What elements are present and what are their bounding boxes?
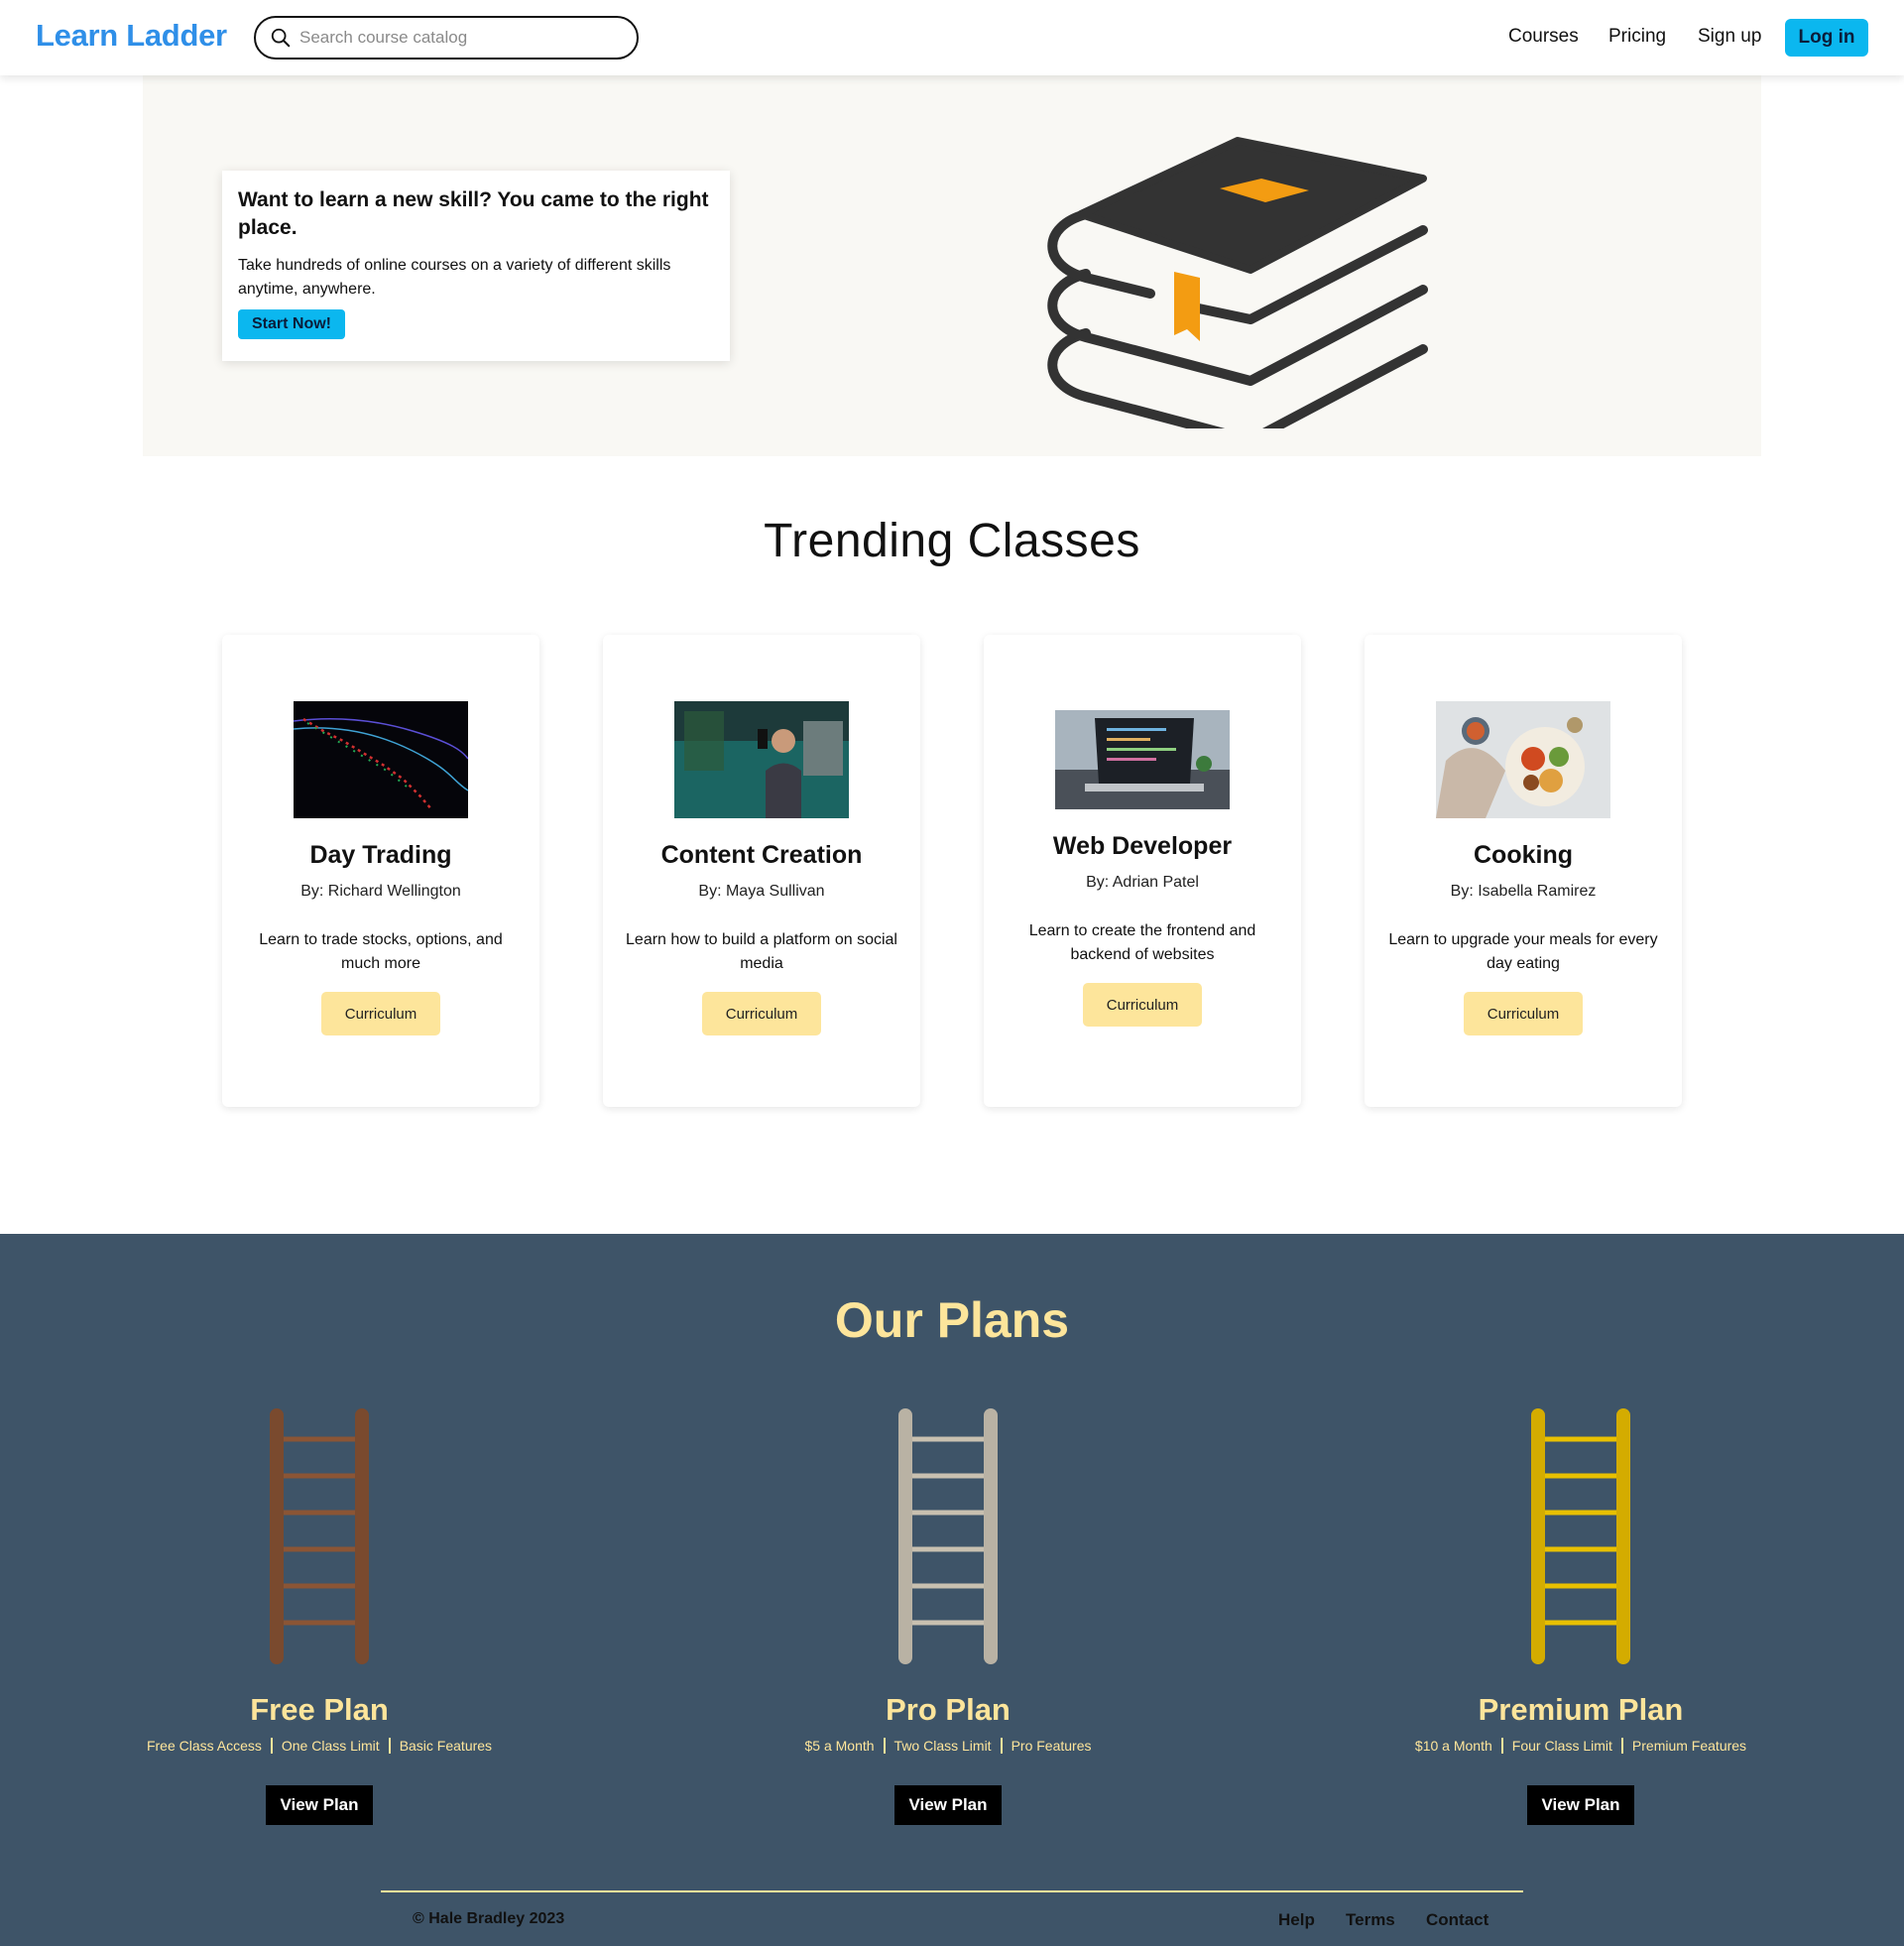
course-title: Web Developer: [1052, 832, 1233, 860]
plan-features-pro: $5 a Month Two Class Limit Pro Features: [690, 1738, 1206, 1754]
plan-name-premium: Premium Plan: [1478, 1692, 1684, 1727]
view-plan-button-premium[interactable]: View Plan: [1527, 1785, 1634, 1825]
search-input[interactable]: [299, 28, 617, 48]
course-image-content-creation[interactable]: [674, 701, 849, 818]
nav-signup-link[interactable]: Sign up: [1698, 26, 1761, 48]
course-title: Cooking: [1474, 841, 1573, 869]
brand-logo[interactable]: Learn Ladder: [36, 18, 227, 54]
footer-terms-link[interactable]: Terms: [1346, 1910, 1395, 1930]
plan-feature: Pro Features: [1000, 1738, 1101, 1754]
course-card-web-developer: Web Developer By: Adrian Patel Learn to …: [984, 635, 1301, 1107]
trending-title: Trending Classes: [764, 515, 1140, 567]
footer-divider: [381, 1890, 1523, 1892]
course-description: Learn how to build a platform on social …: [626, 931, 897, 972]
view-plan-button-pro[interactable]: View Plan: [894, 1785, 1002, 1825]
books-illustration: [1047, 137, 1428, 428]
silver-ladder-icon: [898, 1408, 998, 1664]
login-button[interactable]: Log in: [1785, 19, 1868, 57]
plan-feature: $10 a Month: [1414, 1738, 1492, 1754]
curriculum-button[interactable]: Curriculum: [321, 992, 440, 1035]
plan-feature: Two Class Limit: [883, 1738, 1001, 1754]
nav-pricing-link[interactable]: Pricing: [1608, 26, 1666, 48]
course-author: By: Maya Sullivan: [698, 883, 825, 900]
course-image-web-developer[interactable]: [1055, 710, 1230, 809]
footer-help-link[interactable]: Help: [1278, 1910, 1315, 1930]
gold-ladder-icon: [1531, 1408, 1630, 1664]
plan-feature: Premium Features: [1620, 1738, 1755, 1754]
plan-features-premium: $10 a Month Four Class Limit Premium Fea…: [1323, 1738, 1839, 1754]
plan-feature: Four Class Limit: [1500, 1738, 1621, 1754]
course-image-day-trading[interactable]: [294, 701, 468, 818]
curriculum-button[interactable]: Curriculum: [1083, 983, 1202, 1027]
search-box[interactable]: [254, 16, 639, 60]
course-title: Content Creation: [660, 841, 863, 869]
bronze-ladder-icon: [270, 1408, 369, 1664]
plans-section: Our Plans Free Plan Free Class Access On…: [0, 1234, 1904, 1946]
nav-courses-link[interactable]: Courses: [1508, 26, 1579, 48]
course-card-cooking: Cooking By: Isabella Ramirez Learn to up…: [1365, 635, 1682, 1107]
plan-feature: Basic Features: [388, 1738, 501, 1754]
curriculum-button[interactable]: Curriculum: [702, 992, 821, 1035]
course-image-cooking[interactable]: [1436, 701, 1610, 818]
course-author: By: Isabella Ramirez: [1450, 883, 1597, 900]
hero-card: Want to learn a new skill? You came to t…: [222, 171, 730, 361]
plan-name-pro: Pro Plan: [886, 1692, 1011, 1727]
navbar: Learn Ladder Courses Pricing Sign up Log…: [0, 0, 1904, 75]
hero-section: Want to learn a new skill? You came to t…: [143, 75, 1761, 456]
course-card-day-trading: Day Trading By: Richard Wellington Learn…: [222, 635, 539, 1107]
plan-name-free: Free Plan: [250, 1692, 389, 1727]
course-card-content-creation: Content Creation By: Maya Sullivan Learn…: [603, 635, 920, 1107]
course-description: Learn to upgrade your meals for every da…: [1388, 931, 1658, 972]
footer-copyright: © Hale Bradley 2023: [413, 1910, 565, 1927]
plan-feature: $5 a Month: [804, 1738, 875, 1754]
search-icon: [271, 28, 291, 48]
start-now-button[interactable]: Start Now!: [238, 309, 345, 339]
curriculum-button[interactable]: Curriculum: [1464, 992, 1583, 1035]
hero-title: Want to learn a new skill? You came to t…: [238, 188, 709, 239]
plans-title: Our Plans: [834, 1292, 1070, 1348]
course-description: Learn to trade stocks, options, and much…: [259, 931, 503, 972]
course-author: By: Richard Wellington: [300, 883, 461, 900]
plan-features-free: Free Class Access One Class Limit Basic …: [61, 1738, 577, 1754]
course-description: Learn to create the frontend and backend…: [1028, 922, 1256, 963]
course-title: Day Trading: [309, 841, 452, 869]
course-author: By: Adrian Patel: [1086, 874, 1199, 891]
footer-contact-link[interactable]: Contact: [1426, 1910, 1488, 1930]
plan-feature: Free Class Access: [146, 1738, 262, 1754]
plan-feature: One Class Limit: [270, 1738, 389, 1754]
hero-text: Take hundreds of online courses on a var…: [238, 257, 671, 298]
view-plan-button-free[interactable]: View Plan: [266, 1785, 373, 1825]
